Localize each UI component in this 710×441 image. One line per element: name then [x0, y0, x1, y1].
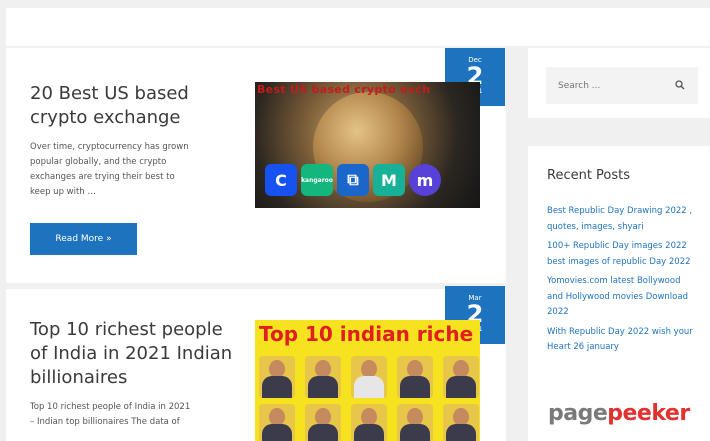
logo-label: m: [416, 170, 434, 190]
exchange-logo-icon: ⧉: [337, 164, 369, 196]
excerpt-line: – Indian top billionaires The data of: [30, 417, 180, 427]
post-thumbnail-crypto[interactable]: Best US based crypto exch C kangaroo ⧉ M…: [255, 82, 480, 208]
post-thumbnail-richest[interactable]: Top 10 indian riche: [255, 320, 480, 441]
recent-post-link[interactable]: 100+ Republic Day images 2022 best image…: [547, 239, 697, 270]
kangaroo-logo-icon: kangaroo: [301, 164, 333, 196]
logo-label: kangaroo: [301, 176, 333, 184]
person-photo: [259, 356, 295, 398]
post-title-link[interactable]: 20 Best US based crypto exchange: [30, 82, 240, 130]
excerpt-line: keep up with …: [30, 187, 96, 197]
person-photo: [397, 356, 433, 398]
excerpt-line: Over time, cryptocurrency has grown: [30, 142, 189, 152]
person-photo: [305, 404, 341, 441]
excerpt-line: exchanges are trying their best to: [30, 172, 175, 182]
logo-label: ⧉: [347, 170, 359, 189]
person-photo: [443, 404, 479, 441]
recent-posts-title: Recent Posts: [547, 168, 631, 183]
post-title-line: crypto exchange: [30, 107, 181, 128]
person-photo: [259, 404, 295, 441]
watermark-part: peeker: [607, 401, 690, 426]
post-title-line: 20 Best US based: [30, 83, 189, 104]
kraken-logo-icon: m: [409, 164, 441, 196]
post-excerpt: Over time, cryptocurrency has grown popu…: [30, 140, 240, 200]
coinbase-logo-icon: C: [265, 164, 297, 196]
person-photo: [397, 404, 433, 441]
recent-post-link[interactable]: With Republic Day 2022 wish your Heart 2…: [547, 325, 697, 356]
exchange-logo-icon: M: [373, 164, 405, 196]
person-photo: [443, 356, 479, 398]
thumbnail-caption: Top 10 indian riche: [259, 322, 474, 346]
post-excerpt: Top 10 richest people of India in 2021 –…: [30, 400, 245, 430]
post-title-line: Top 10 richest people: [30, 319, 223, 340]
recent-post-link[interactable]: Yomovies.com latest Bollywood and Hollyw…: [547, 274, 697, 321]
post-title-line: billionaires: [30, 367, 128, 388]
person-photo: [351, 356, 387, 398]
person-photo: [351, 404, 387, 441]
recent-post-link[interactable]: Best Republic Day Drawing 2022 , quotes,…: [547, 204, 697, 235]
post-title-line: of India in 2021 Indian: [30, 343, 233, 364]
watermark-part: page: [548, 401, 608, 426]
logo-label: C: [275, 170, 287, 190]
site-header-bar: [6, 8, 710, 46]
search-icon[interactable]: [675, 80, 685, 90]
recent-posts-list: Best Republic Day Drawing 2022 , quotes,…: [547, 204, 697, 360]
thumbnail-caption: Best US based crypto exch: [257, 83, 431, 96]
excerpt-line: Top 10 richest people of India in 2021: [30, 402, 191, 412]
exchange-logo-row: C kangaroo ⧉ M m: [265, 164, 480, 200]
post-title-link[interactable]: Top 10 richest people of India in 2021 I…: [30, 318, 250, 390]
excerpt-line: popular globally, and the crypto: [30, 157, 167, 167]
logo-label: M: [381, 170, 397, 190]
person-photo: [305, 356, 341, 398]
pagepeeker-watermark: pagepeeker: [548, 401, 690, 426]
read-more-button[interactable]: Read More »: [30, 223, 137, 255]
